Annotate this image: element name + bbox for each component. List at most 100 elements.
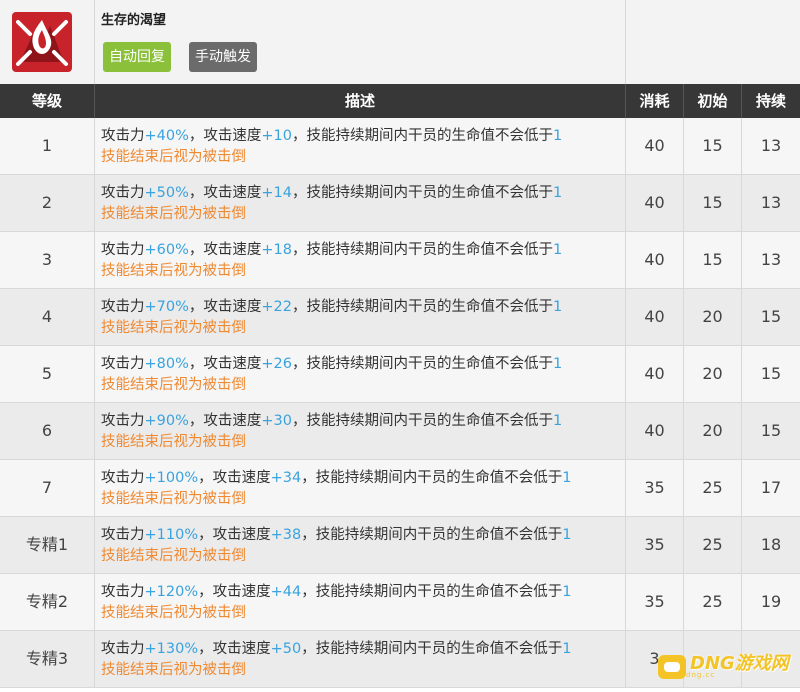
cost-cell: 40 bbox=[626, 403, 684, 459]
description-cell: 攻击力+70%，攻击速度+22，技能持续期间内干员的生命值不会低于1 技能结束后视… bbox=[95, 289, 626, 345]
cost-cell: 35 bbox=[626, 460, 684, 516]
table-row: 2 攻击力+50%，攻击速度+14，技能持续期间内干员的生命值不会低于1 技能结束后… bbox=[0, 175, 800, 232]
duration-cell: 19 bbox=[760, 592, 782, 611]
table-row: 1 攻击力+40%，攻击速度+10，技能持续期间内干员的生命值不会低于1 技能结束后… bbox=[0, 118, 800, 175]
spd-label: ，攻击速度 bbox=[188, 356, 262, 372]
hp-min-value: 1 bbox=[562, 641, 572, 657]
atk-label: 攻击力 bbox=[101, 356, 145, 372]
skill-name-cell: 生存的渴望 自动回复 手动触发 bbox=[95, 0, 626, 84]
atk-value: +100% bbox=[144, 470, 199, 486]
table-row: 专精1 攻击力+110%，攻击速度+38，技能持续期间内干员的生命值不会低于1 技能… bbox=[0, 517, 800, 574]
spd-label: ，攻击速度 bbox=[188, 413, 262, 429]
spd-label: ，攻击速度 bbox=[198, 470, 271, 486]
initial-cell: 20 bbox=[684, 403, 742, 459]
table-row: 4 攻击力+70%，攻击速度+22，技能持续期间内干员的生命值不会低于1 技能结束后… bbox=[0, 289, 800, 346]
level-cell: 7 bbox=[0, 460, 95, 516]
level-cell: 4 bbox=[0, 289, 95, 345]
initial-cell: 20 bbox=[684, 289, 742, 345]
level-cell: 3 bbox=[0, 232, 95, 288]
cost-cell: 40 bbox=[626, 232, 684, 288]
header-description: 描述 bbox=[95, 84, 626, 118]
cost-cell: 35 bbox=[626, 517, 684, 573]
header-duration: 持续 bbox=[755, 92, 786, 110]
initial-cell: 15 bbox=[684, 232, 742, 288]
atk-value: +60% bbox=[144, 242, 189, 258]
end-effect-text: 技能结束后视为被击倒 bbox=[101, 320, 246, 336]
level-cell: 专精3 bbox=[0, 631, 95, 687]
duration-cell: 15 bbox=[760, 421, 782, 440]
description-line-1: 攻击力+60%，攻击速度+18，技能持续期间内干员的生命值不会低于1 bbox=[101, 240, 625, 261]
description-line-1: 攻击力+90%，攻击速度+30，技能持续期间内干员的生命值不会低于1 bbox=[101, 411, 625, 432]
description-line-1: 攻击力+40%，攻击速度+10，技能持续期间内干员的生命值不会低于1 bbox=[101, 126, 625, 147]
table-row: 5 攻击力+80%，攻击速度+26，技能持续期间内干员的生命值不会低于1 技能结束后… bbox=[0, 346, 800, 403]
spd-value: +30 bbox=[261, 413, 292, 429]
description-cell: 攻击力+50%，攻击速度+14，技能持续期间内干员的生命值不会低于1 技能结束后视… bbox=[95, 175, 626, 231]
end-effect-text: 技能结束后视为被击倒 bbox=[101, 206, 246, 222]
end-effect-text: 技能结束后视为被击倒 bbox=[101, 263, 246, 279]
description-cell: 攻击力+130%，攻击速度+50，技能持续期间内干员的生命值不会低于1 技能结束后… bbox=[95, 631, 626, 687]
spd-value: +38 bbox=[270, 527, 302, 543]
initial-cell: 25 bbox=[684, 460, 742, 516]
spd-value: +18 bbox=[261, 242, 292, 258]
level-cell: 专精2 bbox=[0, 574, 95, 630]
spd-label: ，攻击速度 bbox=[188, 185, 262, 201]
duration-cell: 13 bbox=[760, 250, 782, 269]
end-effect-text: 技能结束后视为被击倒 bbox=[101, 605, 246, 621]
spd-value: +22 bbox=[261, 299, 292, 315]
atk-value: +70% bbox=[144, 299, 189, 315]
table-header: 等级 描述 消耗 初始 持续 bbox=[0, 84, 800, 118]
cost-cell: 40 bbox=[626, 175, 684, 231]
table-row: 3 攻击力+60%，攻击速度+18，技能持续期间内干员的生命值不会低于1 技能结束后… bbox=[0, 232, 800, 289]
atk-label: 攻击力 bbox=[101, 242, 145, 258]
skill-effect-text: ，技能持续期间内干员的生命值不会低于 bbox=[292, 242, 553, 258]
spd-value: +50 bbox=[270, 641, 302, 657]
description-line-1: 攻击力+50%，攻击速度+14，技能持续期间内干员的生命值不会低于1 bbox=[101, 183, 625, 204]
hp-min-value: 1 bbox=[562, 470, 572, 486]
atk-label: 攻击力 bbox=[101, 185, 145, 201]
atk-label: 攻击力 bbox=[101, 584, 145, 600]
hp-min-value: 1 bbox=[553, 299, 563, 315]
cost-cell: 40 bbox=[626, 346, 684, 402]
description-cell: 攻击力+40%，攻击速度+10，技能持续期间内干员的生命值不会低于1 技能结束后视… bbox=[95, 118, 626, 174]
hp-min-value: 1 bbox=[562, 584, 572, 600]
duration-cell: 13 bbox=[760, 193, 782, 212]
duration-cell: 17 bbox=[760, 478, 782, 497]
skill-effect-text: ，技能持续期间内干员的生命值不会低于 bbox=[301, 641, 563, 657]
table-row: 7 攻击力+100%，攻击速度+34，技能持续期间内干员的生命值不会低于1 技能结束… bbox=[0, 460, 800, 517]
skill-effect-text: ，技能持续期间内干员的生命值不会低于 bbox=[301, 470, 563, 486]
description-cell: 攻击力+80%，攻击速度+26，技能持续期间内干员的生命值不会低于1 技能结束后视… bbox=[95, 346, 626, 402]
atk-value: +50% bbox=[144, 185, 189, 201]
atk-label: 攻击力 bbox=[101, 128, 145, 144]
hp-min-value: 1 bbox=[553, 356, 563, 372]
skill-header: 生存的渴望 自动回复 手动触发 bbox=[0, 0, 800, 84]
header-initial: 初始 bbox=[684, 84, 742, 118]
description-cell: 攻击力+120%，攻击速度+44，技能持续期间内干员的生命值不会低于1 技能结束后… bbox=[95, 574, 626, 630]
duration-cell: 15 bbox=[760, 364, 782, 383]
spd-value: +14 bbox=[261, 185, 292, 201]
spd-label: ，攻击速度 bbox=[198, 584, 271, 600]
skill-emblem-icon bbox=[12, 12, 72, 72]
description-line-1: 攻击力+110%，攻击速度+38，技能持续期间内干员的生命值不会低于1 bbox=[101, 525, 625, 546]
spd-label: ，攻击速度 bbox=[188, 128, 262, 144]
level-cell: 1 bbox=[0, 118, 95, 174]
atk-value: +40% bbox=[144, 128, 189, 144]
end-effect-text: 技能结束后视为被击倒 bbox=[101, 548, 246, 564]
atk-label: 攻击力 bbox=[101, 299, 145, 315]
initial-cell: 15 bbox=[684, 175, 742, 231]
hp-min-value: 1 bbox=[553, 128, 563, 144]
header-level: 等级 bbox=[0, 84, 95, 118]
hp-min-value: 1 bbox=[553, 413, 563, 429]
spd-value: +26 bbox=[261, 356, 292, 372]
hp-min-value: 1 bbox=[553, 242, 563, 258]
header-cost: 消耗 bbox=[626, 84, 684, 118]
end-effect-text: 技能结束后视为被击倒 bbox=[101, 434, 246, 450]
description-line-1: 攻击力+130%，攻击速度+50，技能持续期间内干员的生命值不会低于1 bbox=[101, 639, 625, 660]
description-cell: 攻击力+100%，攻击速度+34，技能持续期间内干员的生命值不会低于1 技能结束后… bbox=[95, 460, 626, 516]
description-cell: 攻击力+90%，攻击速度+30，技能持续期间内干员的生命值不会低于1 技能结束后视… bbox=[95, 403, 626, 459]
spd-label: ，攻击速度 bbox=[188, 299, 262, 315]
end-effect-text: 技能结束后视为被击倒 bbox=[101, 377, 246, 393]
tag-manual-trigger: 手动触发 bbox=[189, 42, 257, 72]
skill-effect-text: ，技能持续期间内干员的生命值不会低于 bbox=[292, 356, 553, 372]
description-line-1: 攻击力+70%，攻击速度+22，技能持续期间内干员的生命值不会低于1 bbox=[101, 297, 625, 318]
description-cell: 攻击力+60%，攻击速度+18，技能持续期间内干员的生命值不会低于1 技能结束后视… bbox=[95, 232, 626, 288]
